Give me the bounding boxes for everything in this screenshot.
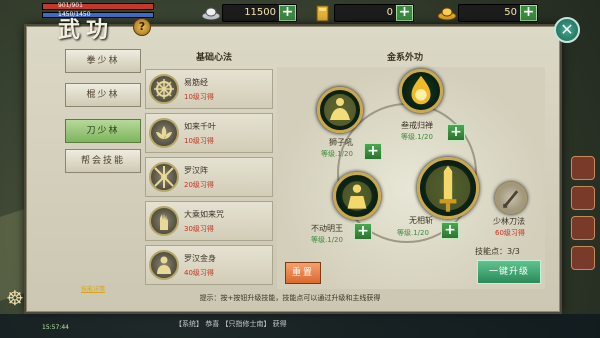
meditating-monk-icon — [317, 87, 363, 133]
dharma-wheel-icon — [149, 74, 179, 104]
list-item[interactable]: 易筋经 10级习得 — [145, 69, 273, 109]
blade-icon — [495, 182, 527, 214]
skill-level: 等级.1/20 — [401, 133, 433, 141]
basic-skills-list: 易筋经 10级习得 如来千叶 10级习得 罗汉阵 20级习得 大乘如来咒 30级… — [145, 69, 273, 287]
skill-name: 无相斩 — [409, 216, 433, 225]
close-button[interactable]: ✕ — [554, 17, 580, 43]
skill-points: 技能点：3/3 — [475, 247, 520, 256]
golden-body-icon — [149, 250, 179, 280]
skill-level: 等级.1/20 — [311, 236, 343, 244]
skill-name: 罗汉阵 — [184, 166, 208, 175]
chat-strip[interactable]: 15:57:44 【系统】 恭喜 【只指修士南】 获得 — [0, 314, 600, 338]
skill-name: 如来千叶 — [184, 122, 216, 131]
gold-ingot-icon — [437, 3, 457, 23]
chat-message: 【系统】 恭喜 【只指修士南】 获得 — [175, 320, 287, 328]
skill-name: 大乘如来咒 — [184, 210, 224, 219]
clock-text: 15:57:44 — [42, 324, 69, 331]
tab-staff-shaolin[interactable]: 棍少林 — [65, 83, 141, 107]
upgrade-precept-button[interactable]: + — [447, 124, 465, 141]
gold-ingot-value: 50 — [504, 7, 517, 18]
skill-immovable-king[interactable] — [333, 172, 381, 220]
golden-sword-icon — [417, 157, 479, 219]
gold-bar-icon — [313, 3, 333, 23]
skill-requirement: 30级习得 — [184, 225, 214, 233]
upgrade-all-button[interactable]: 一键升级 — [477, 260, 541, 284]
golden-flame-icon — [399, 69, 443, 113]
side-menu-button[interactable] — [571, 156, 595, 180]
swords-formation-icon — [149, 162, 179, 192]
side-menu-button[interactable] — [571, 186, 595, 210]
right-side-menu — [566, 150, 600, 310]
skill-level: 等级.1/20 — [321, 150, 353, 158]
skill-requirement: 10级习得 — [184, 93, 214, 101]
silver-value: 11500 — [244, 7, 276, 18]
side-menu-button[interactable] — [571, 216, 595, 240]
upgrade-formless-button[interactable]: + — [441, 222, 459, 239]
basic-skills-title: 基础心法 — [195, 53, 232, 63]
skill-name: 叁戒归禅 — [401, 121, 433, 130]
add-silver-button[interactable]: + — [279, 5, 296, 21]
buddha-palm-icon — [149, 206, 179, 236]
list-item[interactable]: 如来千叶 10级习得 — [145, 113, 273, 153]
hp-text: 901/901 — [58, 2, 83, 9]
skill-requirement: 60级习得 — [495, 229, 525, 237]
hint-text: 提示：按+按钮升级技能，技能点可以通过升级和主线获得 — [199, 294, 381, 302]
martial-arts-panel: 拳少林 棍少林 刀少林 帮会技能 技能详情 基础心法 易筋经 10级习得 如来千… — [26, 26, 560, 312]
silver-resource: 11500 + — [201, 4, 297, 22]
page-title: 武功 — [58, 17, 115, 43]
add-gold-ingot-button[interactable]: + — [520, 5, 537, 21]
gold-ingot-resource: 50 + — [437, 4, 538, 22]
help-button[interactable]: ? — [133, 18, 151, 36]
side-menu-button[interactable] — [571, 246, 595, 270]
skill-level: 等级.1/20 — [397, 229, 429, 237]
skill-requirement: 10级习得 — [184, 137, 214, 145]
gold-bar-resource: 0 + — [316, 4, 414, 22]
tab-blade-shaolin[interactable]: 刀少林 — [65, 119, 141, 143]
gold-bar-value: 0 — [386, 7, 393, 18]
skill-formless-slash[interactable] — [417, 157, 479, 219]
meditation-icon[interactable]: ☸ — [6, 286, 30, 312]
skill-requirement: 20级习得 — [184, 181, 214, 189]
list-item[interactable]: 大乘如来咒 30级习得 — [145, 201, 273, 241]
lotus-icon — [149, 118, 179, 148]
list-item[interactable]: 罗汉金身 40级习得 — [145, 245, 273, 285]
upgrade-immovable-button[interactable]: + — [354, 223, 372, 240]
skill-lion-roar[interactable] — [317, 87, 363, 133]
add-gold-bar-button[interactable]: + — [396, 5, 413, 21]
skill-requirement: 40级习得 — [184, 269, 214, 277]
reset-button[interactable]: 重置 — [285, 262, 321, 284]
tab-fist-shaolin[interactable]: 拳少林 — [65, 49, 141, 73]
tab-guild-skills[interactable]: 帮会技能 — [65, 149, 141, 173]
skill-shaolin-blade[interactable] — [495, 182, 527, 214]
skill-name: 少林刀法 — [493, 217, 525, 226]
skill-details-link[interactable]: 技能详情 — [81, 284, 105, 293]
list-item[interactable]: 罗汉阵 20级习得 — [145, 157, 273, 197]
skill-name: 不动明王 — [311, 224, 343, 233]
silver-ingot-icon — [201, 3, 221, 23]
skill-name: 狮子吼 — [329, 138, 353, 147]
skill-name: 易筋经 — [184, 78, 208, 87]
external-skills-title: 金系外功 — [387, 53, 424, 63]
upgrade-lion-roar-button[interactable]: + — [364, 143, 382, 160]
skill-name: 罗汉金身 — [184, 254, 216, 263]
golden-buddha-icon — [333, 172, 381, 220]
skill-precept[interactable] — [399, 69, 443, 113]
